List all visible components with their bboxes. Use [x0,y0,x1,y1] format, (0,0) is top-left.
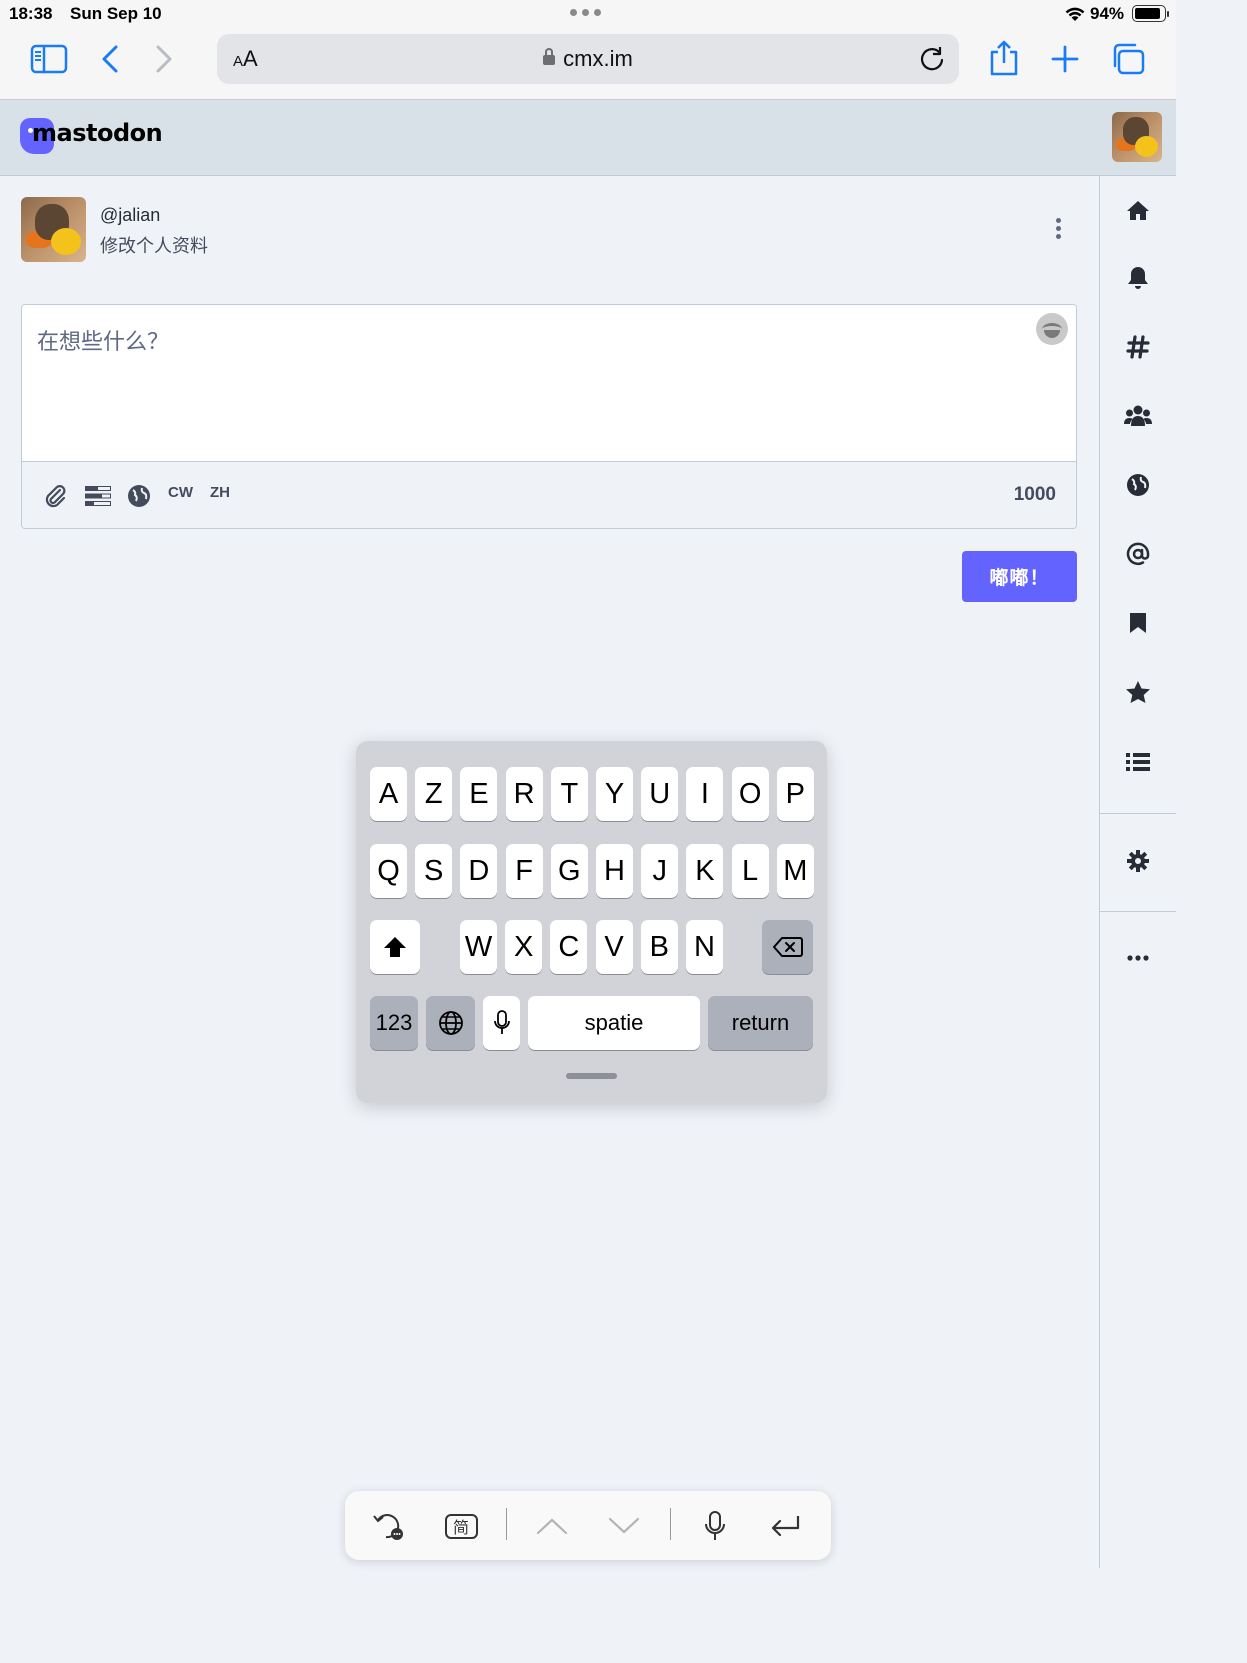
status-bar: 18:38 Sun Sep 10 94% [0,0,1176,28]
multitasking-dots-icon[interactable] [570,9,601,16]
letter-key[interactable]: W [460,920,497,974]
compose-placeholder: 在想些什么？ [37,329,170,354]
content-warning-button[interactable]: CW [168,484,193,501]
battery-percent: 94% [1090,4,1125,23]
bell-icon[interactable] [1100,258,1176,298]
letter-key[interactable]: G [550,844,588,898]
compose-options: CW ZH 1000 [22,462,1076,528]
tabs-icon[interactable] [1110,42,1146,76]
lock-icon [543,48,556,65]
gear-icon[interactable] [1100,841,1176,881]
shortcut-divider [670,1508,671,1540]
numbers-key[interactable]: 123 [370,996,418,1050]
star-icon[interactable] [1100,672,1176,712]
keyboard-shortcut-bar: 简 [345,1491,831,1560]
nav-divider [1100,813,1176,814]
reload-icon[interactable] [919,46,945,72]
globe-key-icon[interactable] [426,996,475,1050]
header-avatar[interactable] [1112,112,1162,162]
account-handle[interactable]: @jalian [100,205,160,226]
space-key[interactable]: spatie [528,996,700,1050]
at-icon[interactable] [1100,534,1176,574]
home-icon[interactable] [1100,190,1176,230]
mastodon-logo-text: mastodon [32,119,163,147]
letter-key[interactable]: D [460,844,498,898]
mastodon-header: mastodon [0,100,1176,176]
ellipsis-icon[interactable] [1100,938,1176,978]
paperclip-icon[interactable] [44,484,68,512]
compose-textarea[interactable]: 在想些什么？ [22,305,1076,462]
avatar[interactable] [21,197,86,262]
letter-key[interactable]: B [640,920,678,974]
compose-form: 在想些什么？ CW ZH 1000 [21,304,1077,529]
hashtag-icon[interactable] [1100,327,1176,367]
backspace-key[interactable] [762,920,813,974]
letter-key[interactable]: H [596,844,633,898]
letter-key[interactable]: Y [596,767,633,821]
letter-key[interactable]: J [641,844,679,898]
letter-key[interactable]: I [686,767,724,821]
character-counter: 1000 [1013,484,1056,505]
poll-icon[interactable] [84,484,112,512]
letter-key[interactable]: U [641,767,679,821]
simplified-icon[interactable]: 简 [443,1507,479,1545]
letter-key[interactable]: Z [415,767,453,821]
shift-key[interactable] [370,920,420,974]
wifi-icon [1065,7,1085,21]
letter-key[interactable]: E [460,767,498,821]
publish-button[interactable]: 嘟嘟！ [962,551,1077,602]
return-key[interactable]: return [708,996,813,1050]
letter-key[interactable]: K [686,844,724,898]
letter-key[interactable]: N [686,920,723,974]
letter-key[interactable]: F [505,844,543,898]
return-icon[interactable] [769,1507,803,1545]
users-icon[interactable] [1100,396,1176,436]
globe-icon[interactable] [1100,465,1176,505]
language-button[interactable]: ZH [210,484,230,501]
letter-key[interactable]: P [776,767,814,821]
floating-keyboard: AZERTYUIOP QSDFGHJKLM WXCVBN 123 spatie … [356,741,827,1103]
domain-text: cmx.im [563,46,633,71]
list-icon[interactable] [1100,742,1176,782]
chevron-down-icon[interactable] [607,1507,641,1545]
letter-key[interactable]: A [370,767,407,821]
forward-icon[interactable] [152,44,176,74]
browser-toolbar: AA cmx.im [0,28,1176,100]
edit-profile-link[interactable]: 修改个人资料 [100,232,208,258]
letter-key[interactable]: C [550,920,588,974]
letter-key[interactable]: T [550,767,588,821]
emoji-picker-icon[interactable] [1036,313,1068,345]
address-bar[interactable]: AA cmx.im [217,34,959,84]
letter-key[interactable]: L [731,844,769,898]
nav-divider [1100,911,1176,912]
share-icon[interactable] [988,38,1020,78]
keyboard-drag-handle[interactable] [566,1073,617,1079]
letter-key[interactable]: M [776,844,814,898]
more-menu-icon[interactable] [1056,218,1061,239]
chevron-up-icon[interactable] [535,1507,569,1545]
address-domain[interactable]: cmx.im [217,46,959,72]
navigation-panel [1099,176,1176,1568]
mic-icon[interactable] [701,1507,729,1545]
status-date: Sun Sep 10 [70,4,162,23]
dictation-key-icon[interactable] [483,996,520,1050]
undo-more-icon[interactable] [369,1507,409,1545]
letter-key[interactable]: Q [370,844,407,898]
letter-key[interactable]: X [505,920,543,974]
new-tab-icon[interactable] [1050,44,1080,74]
status-time: 18:38 [9,4,53,23]
mastodon-logo[interactable]: mastodon [20,118,163,154]
letter-key[interactable]: V [595,920,633,974]
shortcut-divider [506,1508,507,1540]
letter-key[interactable]: S [415,844,453,898]
battery-icon [1132,5,1169,22]
globe-icon[interactable] [127,484,151,512]
bookmark-icon[interactable] [1100,603,1176,643]
sidebar-icon[interactable] [30,44,68,74]
letter-key[interactable]: O [731,767,769,821]
back-icon[interactable] [98,44,122,74]
letter-key[interactable]: R [505,767,543,821]
